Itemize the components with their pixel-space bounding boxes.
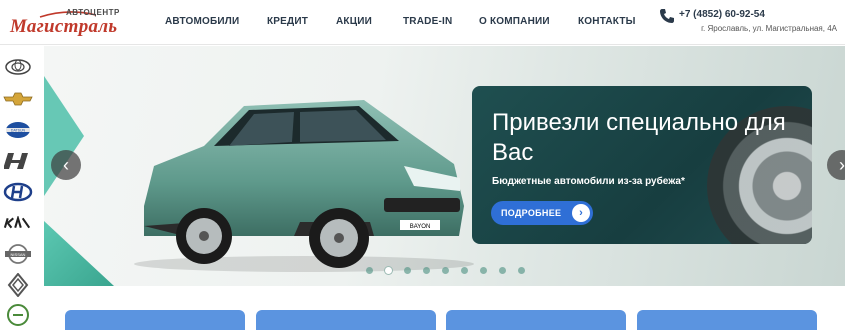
slider-dots — [366, 265, 536, 275]
phone-icon — [660, 9, 674, 23]
slider-dot[interactable] — [442, 267, 449, 274]
slider-dot[interactable] — [518, 267, 525, 274]
feature-cards — [65, 310, 845, 330]
feature-card[interactable] — [256, 310, 436, 330]
slider-dot[interactable] — [461, 267, 468, 274]
svg-text:NISSAN: NISSAN — [11, 252, 26, 257]
toyota-icon[interactable] — [3, 56, 33, 78]
feature-card[interactable] — [637, 310, 817, 330]
nav-promos[interactable]: АКЦИИ — [336, 16, 372, 27]
more-button-label: ПОДРОБНЕЕ — [501, 208, 562, 218]
slider-dot[interactable] — [480, 267, 487, 274]
renault-icon[interactable] — [3, 273, 33, 297]
feature-card[interactable] — [446, 310, 626, 330]
slider-dot[interactable] — [423, 267, 430, 274]
slider-dot[interactable] — [366, 267, 373, 274]
nissan-icon[interactable]: NISSAN — [3, 243, 33, 265]
datsun-icon[interactable]: DATSUN — [3, 119, 33, 141]
decor-stripe — [44, 221, 114, 286]
slider-dot[interactable] — [385, 267, 392, 274]
car-image: BAYON — [134, 100, 474, 272]
site-header: АВТОЦЕНТР Магистраль АВТОМОБИЛИ КРЕДИТ А… — [0, 0, 845, 45]
nav-about[interactable]: О КОМПАНИИ — [479, 16, 550, 27]
contact-block: +7 (4852) 60-92-54 г. Ярославль, ул. Маг… — [659, 8, 837, 36]
feature-card[interactable] — [65, 310, 245, 330]
nav-credit[interactable]: КРЕДИТ — [267, 16, 308, 27]
slide-subtitle: Бюджетные автомобили из-за рубежа* — [492, 176, 685, 187]
slide-card: Привезли специально для Вас Бюджетные ав… — [472, 86, 812, 244]
phone-number[interactable]: +7 (4852) 60-92-54 — [679, 9, 765, 20]
nav-cars[interactable]: АВТОМОБИЛИ — [165, 16, 239, 27]
prev-slide-button[interactable]: ‹ — [51, 150, 81, 180]
next-slide-button[interactable]: › — [827, 150, 845, 180]
slider-dot[interactable] — [499, 267, 506, 274]
slide-title: Привезли специально для Вас — [492, 109, 786, 166]
haval-icon[interactable] — [3, 150, 33, 172]
chevron-right-icon: › — [572, 204, 590, 222]
svg-text:DATSUN: DATSUN — [11, 129, 26, 133]
kia-icon[interactable] — [3, 212, 33, 234]
nav-contacts[interactable]: КОНТАКТЫ — [578, 16, 636, 27]
slider-dot[interactable] — [404, 267, 411, 274]
address: г. Ярославль, ул. Магистральная, 4А — [701, 24, 837, 33]
nav-trade-in[interactable]: TRADE-IN — [403, 16, 452, 27]
license-plate: BAYON — [410, 224, 431, 230]
chevrolet-icon[interactable] — [3, 88, 33, 110]
more-button[interactable]: ПОДРОБНЕЕ › — [491, 201, 593, 225]
brand-sidebar: DATSUN NISSAN — [0, 46, 38, 326]
hyundai-icon[interactable] — [3, 181, 33, 203]
hero-slider: BAYON ‹ › Привезли специально для Вас Бю… — [44, 46, 845, 286]
